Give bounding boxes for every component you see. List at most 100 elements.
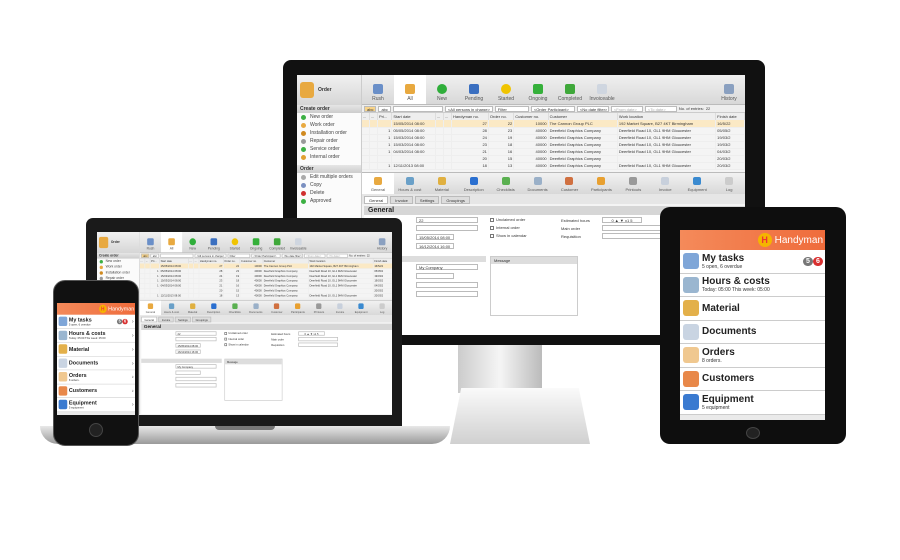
- search-input[interactable]: [392, 105, 443, 112]
- calendar-checkbox[interactable]: Show in calendar: [490, 233, 527, 238]
- table-row[interactable]: 1 05/05/2014 08:00 28 23 40000 Deerfield Grap…: [362, 127, 745, 135]
- tab-equipment[interactable]: Equipment: [681, 173, 713, 194]
- toolbar-invoiceable-button[interactable]: Invoiceable: [288, 232, 309, 252]
- order-field-2[interactable]: [416, 225, 478, 231]
- from-date-input[interactable]: <From date>: [304, 253, 326, 258]
- date-filter-select[interactable]: <No date filter>: [576, 105, 609, 112]
- tab-equipment[interactable]: Equipment: [351, 301, 372, 316]
- internal-checkbox[interactable]: Internal order: [224, 337, 244, 341]
- subtab-invoice[interactable]: Invoice: [390, 196, 413, 204]
- tab-participants[interactable]: Participants: [585, 173, 617, 194]
- column-header[interactable]: Order no.: [488, 113, 515, 120]
- tab-general[interactable]: General: [139, 300, 161, 316]
- order-no-field[interactable]: 22: [416, 217, 478, 223]
- column-header[interactable]: Customer: [548, 113, 618, 120]
- sidebar-section-order[interactable]: Order: [297, 165, 361, 173]
- calendar-checkbox[interactable]: Show in calendar: [224, 343, 249, 346]
- tab-log[interactable]: Log: [713, 173, 745, 194]
- sidebar-item-internal-order[interactable]: Internal order: [297, 153, 361, 161]
- tag-filter-1[interactable]: abc: [141, 253, 150, 258]
- tab-hours-cost[interactable]: Hours & cost: [161, 301, 182, 316]
- participant-select[interactable]: <Order Participant>: [530, 105, 575, 112]
- company-select[interactable]: My Company: [416, 264, 478, 270]
- menu-item-my-tasks[interactable]: My tasks5 open, 6 overdue56›: [57, 314, 135, 329]
- order-field-2[interactable]: [175, 337, 217, 342]
- column-header[interactable]: ...: [443, 113, 452, 120]
- toolbar-all-button[interactable]: All: [161, 232, 183, 253]
- table-row[interactable]: 1 15/03/2014 08:00 23 18 40000 Deerfield Grap…: [362, 141, 745, 149]
- tab-material[interactable]: Material: [426, 173, 458, 194]
- toolbar-completed-button[interactable]: Completed: [554, 75, 586, 104]
- column-header[interactable]: Handyman no.: [451, 113, 489, 120]
- filter-select[interactable]: Filter: [494, 105, 529, 112]
- column-header[interactable]: ...: [435, 113, 444, 120]
- toolbar-started-button[interactable]: Started: [224, 232, 245, 252]
- sidebar-item-work-order[interactable]: Work order: [297, 121, 361, 129]
- menu-item-orders[interactable]: Orders8 orders.›: [680, 344, 825, 368]
- order-no-field[interactable]: 22: [175, 331, 217, 336]
- module-header[interactable]: Order: [97, 232, 140, 253]
- form-select-4[interactable]: [175, 383, 217, 388]
- table-row[interactable]: 1 12/11/2013 08:00 18 13 40000 Deerfield Grap…: [362, 162, 745, 170]
- participant-select[interactable]: <Order Participant>: [251, 253, 281, 258]
- internal-checkbox[interactable]: Internal order: [490, 225, 520, 230]
- tab-printouts[interactable]: Printouts: [308, 301, 329, 316]
- form-select-4[interactable]: [416, 291, 478, 297]
- menu-item-hours-costs[interactable]: Hours & costs Today: 05:00 This week: 05:…: [680, 273, 825, 297]
- toolbar-ongoing-button[interactable]: Ongoing: [522, 75, 554, 104]
- end-date-field[interactable]: 16/12/2014 16:00: [416, 243, 454, 249]
- sidebar-item-installation-order[interactable]: Installation order: [297, 129, 361, 137]
- tab-general[interactable]: General: [362, 173, 394, 194]
- date-filter-select[interactable]: <No date filter>: [281, 253, 303, 258]
- form-select-2[interactable]: [175, 370, 201, 375]
- tab-documents[interactable]: Documents: [522, 173, 554, 194]
- tab-description[interactable]: Description: [458, 173, 490, 194]
- table-row[interactable]: 1 05/05/2014 08:00 28 23 40000 Deerfield Grap…: [139, 268, 392, 274]
- table-row[interactable]: 1 04/03/2014 08:00 21 16 40000 Deerfield Grap…: [362, 148, 745, 156]
- requisition-field[interactable]: [298, 342, 338, 347]
- toolbar-rush-button[interactable]: Rush: [362, 75, 394, 104]
- menu-item-documents[interactable]: Documents ›: [57, 356, 135, 371]
- search-input[interactable]: [160, 253, 194, 258]
- toolbar-new-button[interactable]: New: [182, 232, 203, 252]
- end-date-field[interactable]: 16/12/2014 16:00: [175, 349, 201, 354]
- module-header[interactable]: Order: [297, 75, 361, 105]
- sidebar-item-service-order[interactable]: Service order: [297, 145, 361, 153]
- tablet-home-button[interactable]: [746, 427, 760, 439]
- form-select-2[interactable]: [416, 273, 454, 279]
- start-date-field[interactable]: 15/05/2014 08:00: [416, 234, 454, 240]
- estimated-hours-stepper[interactable]: 0 ▲ ▼ x1 5: [298, 331, 325, 336]
- start-date-field[interactable]: 15/05/2014 08:00: [175, 343, 201, 348]
- tab-customer[interactable]: Customer: [554, 173, 586, 194]
- filter-select[interactable]: Filter: [227, 253, 251, 258]
- column-header[interactable]: ...: [369, 113, 379, 120]
- subtab-general[interactable]: General: [364, 196, 389, 204]
- tab-documents[interactable]: Documents: [245, 301, 266, 316]
- tag-filter-2[interactable]: abc: [150, 253, 159, 258]
- menu-item-customers[interactable]: Customers›: [680, 367, 825, 391]
- menu-item-equipment[interactable]: Equipment5 equipment›: [680, 391, 825, 415]
- main-order-field[interactable]: [602, 225, 662, 231]
- column-header[interactable]: ...: [362, 113, 370, 120]
- phone-home-button[interactable]: [89, 423, 103, 437]
- subtab-groupings[interactable]: Groupings: [441, 196, 470, 204]
- subtab-general[interactable]: General: [141, 316, 158, 323]
- toolbar-invoiceable-button[interactable]: Invoiceable: [586, 75, 618, 104]
- to-date-input[interactable]: <To date>: [326, 253, 348, 258]
- tab-printouts[interactable]: Printouts: [617, 173, 649, 194]
- menu-item-hours-costs[interactable]: Hours & costs Today: 05:00 This week: 05:…: [57, 328, 135, 343]
- tab-log[interactable]: Log: [372, 301, 392, 316]
- tab-description[interactable]: Description: [203, 301, 224, 316]
- sidebar-section-create[interactable]: Create order: [297, 105, 361, 113]
- column-header[interactable]: Start date: [391, 113, 436, 120]
- tab-hours-cost[interactable]: Hours & cost: [394, 173, 426, 194]
- persons-select[interactable]: <All persons in charge>: [194, 253, 227, 258]
- unclaimed-checkbox[interactable]: Unclaimed order: [224, 331, 248, 335]
- sidebar-item-repair-order[interactable]: Repair order: [297, 137, 361, 145]
- column-header[interactable]: Customer no.: [513, 113, 549, 120]
- menu-item-my-tasks[interactable]: My tasks5 open, 6 overdue56›: [680, 250, 825, 274]
- toolbar-pending-button[interactable]: Pending: [458, 75, 490, 104]
- tab-material[interactable]: Material: [182, 301, 203, 316]
- estimated-hours-stepper[interactable]: 0 ▲ ▼ x1 5: [602, 217, 642, 223]
- message-panel[interactable]: Message: [224, 358, 283, 401]
